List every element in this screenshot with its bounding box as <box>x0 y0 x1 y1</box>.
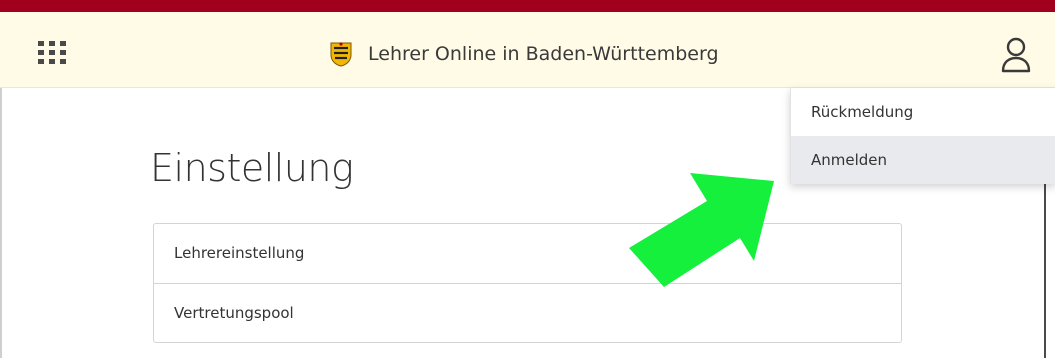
coat-of-arms-icon <box>330 41 352 67</box>
top-accent-bar <box>0 0 1055 12</box>
menu-item-rueckmeldung[interactable]: Rückmeldung <box>791 88 1055 136</box>
site-title: Lehrer Online in Baden-Württemberg <box>368 43 719 65</box>
list-item-lehrereinstellung[interactable]: Lehrereinstellung <box>154 224 901 283</box>
user-menu-dropdown: Rückmeldung Anmelden <box>790 88 1055 184</box>
page-title: Einstellung <box>150 146 354 190</box>
user-icon[interactable] <box>1000 36 1032 74</box>
list-item-vertretungspool[interactable]: Vertretungspool <box>154 283 901 342</box>
site-brand[interactable]: Lehrer Online in Baden-Württemberg <box>330 38 719 70</box>
site-header: Lehrer Online in Baden-Württemberg <box>0 12 1055 88</box>
apps-grid-icon[interactable] <box>38 41 66 65</box>
menu-item-anmelden[interactable]: Anmelden <box>791 136 1055 184</box>
frame-edge-left <box>0 88 2 358</box>
scrollbar[interactable] <box>1044 182 1055 358</box>
settings-list: Lehrereinstellung Vertretungspool <box>153 223 902 343</box>
